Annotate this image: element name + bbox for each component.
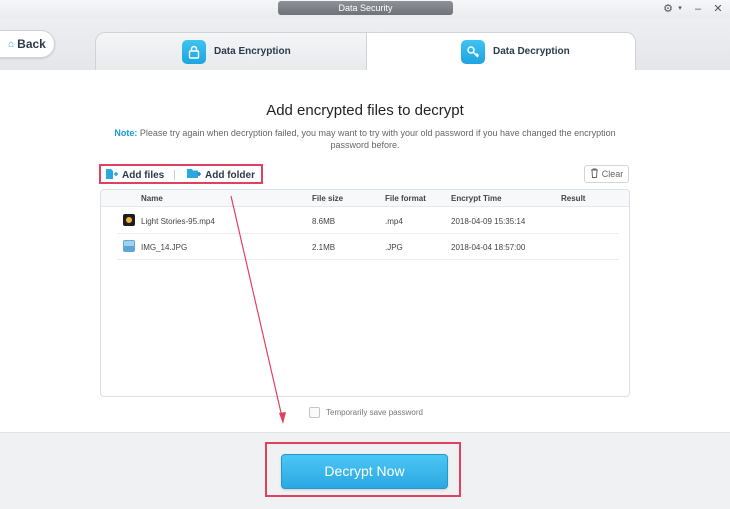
file-format: .mp4	[385, 217, 403, 226]
file-list: Name File size File format Encrypt Time …	[100, 189, 630, 397]
encrypt-time: 2018-04-04 18:57:00	[451, 243, 526, 252]
add-files-button[interactable]: Add files	[105, 168, 164, 183]
back-button[interactable]: ⌂ Back	[0, 30, 55, 58]
file-name: IMG_14.JPG	[141, 243, 188, 252]
decrypt-now-button[interactable]: Decrypt Now	[281, 454, 448, 489]
file-size: 2.1MB	[312, 243, 336, 252]
settings-dropdown-icon[interactable]: ▾	[672, 2, 688, 16]
home-arrow-icon: ⌂	[8, 38, 15, 50]
add-folder-icon	[187, 168, 201, 182]
note-label: Note:	[114, 128, 138, 138]
tab-data-encryption[interactable]: Data Encryption	[95, 32, 367, 70]
minimize-icon[interactable]: –	[690, 2, 706, 16]
image-file-icon	[123, 240, 135, 252]
close-icon[interactable]: ✕	[710, 2, 726, 16]
lock-icon	[182, 39, 206, 64]
title-bar: Data Security ⚙ ▾ – ✕	[0, 0, 730, 18]
column-header-result: Result	[561, 194, 586, 203]
column-header-time: Encrypt Time	[451, 194, 502, 203]
trash-icon	[590, 168, 599, 180]
page-title: Add encrypted files to decrypt	[266, 102, 464, 119]
save-password-checkbox[interactable]	[309, 407, 320, 418]
note-text: Note: Please try again when decryption f…	[110, 127, 620, 151]
tab-label: Data Decryption	[493, 46, 570, 57]
toolbar-divider	[174, 170, 175, 180]
tab-data-decryption[interactable]: Data Decryption	[366, 32, 636, 70]
clear-label: Clear	[601, 169, 624, 179]
window-title: Data Security	[278, 1, 453, 15]
back-label: Back	[17, 37, 46, 51]
add-folder-label: Add folder	[205, 169, 255, 181]
add-files-label: Add files	[122, 170, 165, 181]
key-icon	[461, 39, 485, 64]
save-password-option[interactable]: Temporarily save password	[309, 407, 423, 418]
tab-label: Data Encryption	[214, 46, 291, 57]
column-header-name: Name	[141, 194, 163, 203]
table-row[interactable]: Light Stories-95.mp4 8.6MB .mp4 2018-04-…	[117, 208, 619, 234]
video-file-icon	[123, 214, 135, 226]
save-password-label: Temporarily save password	[326, 408, 423, 417]
file-name: Light Stories-95.mp4	[141, 217, 215, 226]
encrypt-time: 2018-04-09 15:35:14	[451, 217, 526, 226]
clear-button[interactable]: Clear	[584, 165, 629, 183]
note-body: Please try again when decryption failed,…	[139, 128, 616, 150]
add-file-icon	[105, 168, 118, 183]
file-size: 8.6MB	[312, 217, 336, 226]
column-header-format: File format	[385, 194, 426, 203]
table-header: Name File size File format Encrypt Time …	[101, 190, 629, 207]
column-header-size: File size	[312, 194, 344, 203]
file-format: .JPG	[385, 243, 403, 252]
add-folder-button[interactable]: Add folder	[187, 168, 255, 182]
add-toolbar: Add files Add folder	[99, 164, 263, 184]
table-row[interactable]: IMG_14.JPG 2.1MB .JPG 2018-04-04 18:57:0…	[117, 234, 619, 260]
